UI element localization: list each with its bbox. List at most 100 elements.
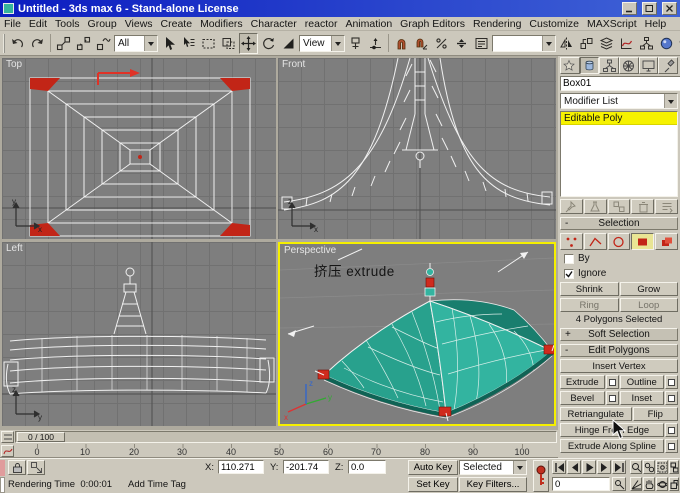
menu-create[interactable]: Create (157, 17, 197, 31)
tab-modify[interactable] (579, 57, 600, 74)
go-to-start-button[interactable] (552, 460, 566, 474)
shrink-button[interactable]: Shrink (560, 282, 619, 296)
current-frame-field[interactable] (552, 477, 610, 491)
x-coordinate-field[interactable] (218, 460, 264, 474)
menu-modifiers[interactable]: Modifiers (196, 17, 247, 31)
minimize-button[interactable] (622, 2, 637, 15)
time-slider-left-button[interactable] (1, 431, 14, 443)
pan-button[interactable] (643, 477, 655, 491)
select-and-link-button[interactable] (54, 32, 73, 54)
snap-toggle-button[interactable] (392, 32, 411, 54)
undo-button[interactable] (8, 32, 27, 54)
menu-animation[interactable]: Animation (341, 17, 396, 31)
viewport-label-top[interactable]: Top (6, 59, 22, 70)
menu-help[interactable]: Help (641, 17, 671, 31)
pin-stack-button[interactable] (560, 199, 583, 214)
use-pivot-center-button[interactable] (346, 32, 365, 54)
arc-rotate-button[interactable] (656, 477, 668, 491)
zoom-all-button[interactable] (643, 460, 655, 474)
zoom-button[interactable] (630, 460, 642, 474)
rollout-soft-selection[interactable]: + Soft Selection (560, 328, 678, 341)
insert-vertex-button[interactable]: Insert Vertex (560, 359, 678, 373)
next-frame-button[interactable] (597, 460, 611, 474)
menu-views[interactable]: Views (121, 17, 157, 31)
tab-create[interactable] (560, 57, 580, 74)
inset-button[interactable]: Inset (619, 391, 664, 405)
rollout-selection[interactable]: - Selection (560, 217, 678, 230)
menu-edit[interactable]: Edit (25, 17, 51, 31)
tab-display[interactable] (638, 57, 659, 74)
selection-lock-toggle[interactable] (8, 460, 26, 475)
ring-button[interactable]: Ring (560, 298, 619, 312)
viewport-perspective[interactable]: x y z Perspective 挤压 extrude (278, 242, 556, 426)
rollout-edit-polygons[interactable]: - Edit Polygons (560, 344, 678, 357)
menu-maxscript[interactable]: MAXScript (583, 17, 641, 31)
key-mode-toggle-button[interactable] (612, 477, 626, 491)
tab-hierarchy[interactable] (599, 57, 620, 74)
track-bar-ruler[interactable]: 0 10 20 30 40 50 60 70 80 90 100 (15, 444, 557, 457)
redo-button[interactable] (28, 32, 47, 54)
make-unique-button[interactable] (607, 199, 631, 214)
select-by-name-button[interactable] (179, 32, 198, 54)
select-and-scale-button[interactable] (279, 32, 298, 54)
menu-file[interactable]: File (0, 17, 25, 31)
unlink-selection-button[interactable] (74, 32, 93, 54)
restore-button[interactable] (642, 2, 657, 15)
select-object-button[interactable] (159, 32, 178, 54)
by-vertex-checkbox[interactable] (564, 253, 574, 264)
window-crossing-toggle[interactable] (219, 32, 238, 54)
select-and-rotate-button[interactable] (259, 32, 278, 54)
bind-to-spacewarp-button[interactable] (94, 32, 113, 54)
show-end-result-button[interactable] (583, 199, 607, 214)
menu-character[interactable]: Character (247, 17, 301, 31)
go-to-end-button[interactable] (612, 460, 626, 474)
ignore-backfacing-checkbox[interactable] (564, 268, 574, 279)
field-of-view-button[interactable] (630, 477, 642, 491)
min-max-toggle-button[interactable] (669, 477, 679, 491)
tab-motion[interactable] (619, 57, 639, 74)
maxscript-mini-listener-pink[interactable] (0, 460, 5, 476)
schematic-view-button[interactable] (637, 32, 656, 54)
viewport-top[interactable]: x y Top (2, 58, 276, 239)
reference-coordinate-dropdown[interactable]: View (299, 34, 345, 52)
tab-utilities[interactable] (658, 57, 679, 74)
material-editor-button[interactable] (657, 32, 676, 54)
outline-settings-button[interactable] (665, 375, 678, 389)
set-keys-big-button[interactable] (533, 460, 549, 492)
configure-modifier-sets-button[interactable] (655, 199, 678, 214)
extrude-along-spline-button[interactable]: Extrude Along Spline (560, 439, 664, 453)
y-coordinate-field[interactable] (283, 460, 329, 474)
inset-settings-button[interactable] (665, 391, 678, 405)
bevel-button[interactable]: Bevel (560, 391, 605, 405)
polygon-mode-button[interactable] (631, 233, 655, 250)
menu-customize[interactable]: Customize (525, 17, 583, 31)
auto-key-button[interactable]: Auto Key (408, 460, 458, 475)
select-and-manipulate-button[interactable] (366, 32, 385, 54)
remove-modifier-button[interactable] (631, 199, 655, 214)
outline-button[interactable]: Outline (619, 375, 664, 389)
bevel-settings-button[interactable] (605, 391, 619, 405)
maxscript-mini-listener-white[interactable] (0, 477, 5, 493)
border-mode-button[interactable] (607, 233, 631, 250)
viewport-left[interactable]: y z Left (2, 242, 276, 426)
absolute-offset-toggle[interactable] (27, 460, 45, 475)
viewport-label-left[interactable]: Left (6, 243, 23, 254)
menu-graph-editors[interactable]: Graph Editors (396, 17, 469, 31)
time-slider-thumb[interactable]: 0 / 100 (17, 432, 65, 442)
toolbar-drag-handle[interactable] (3, 33, 5, 53)
play-button[interactable] (582, 460, 596, 474)
zoom-extents-all-button[interactable] (669, 460, 679, 474)
close-button[interactable] (662, 2, 677, 15)
menu-tools[interactable]: Tools (51, 17, 84, 31)
element-mode-button[interactable] (655, 233, 678, 250)
object-name-field[interactable] (560, 76, 680, 91)
stack-item-editable-poly[interactable]: Editable Poly (561, 112, 677, 125)
align-button[interactable] (577, 32, 596, 54)
menu-rendering[interactable]: Rendering (469, 17, 525, 31)
extrude-button[interactable]: Extrude (560, 375, 605, 389)
vertex-mode-button[interactable] (560, 233, 583, 250)
key-mode-dropdown[interactable]: Selected (459, 460, 527, 475)
viewport-front[interactable]: x z Front (278, 58, 556, 239)
grow-button[interactable]: Grow (619, 282, 678, 296)
zoom-extents-button[interactable] (656, 460, 668, 474)
